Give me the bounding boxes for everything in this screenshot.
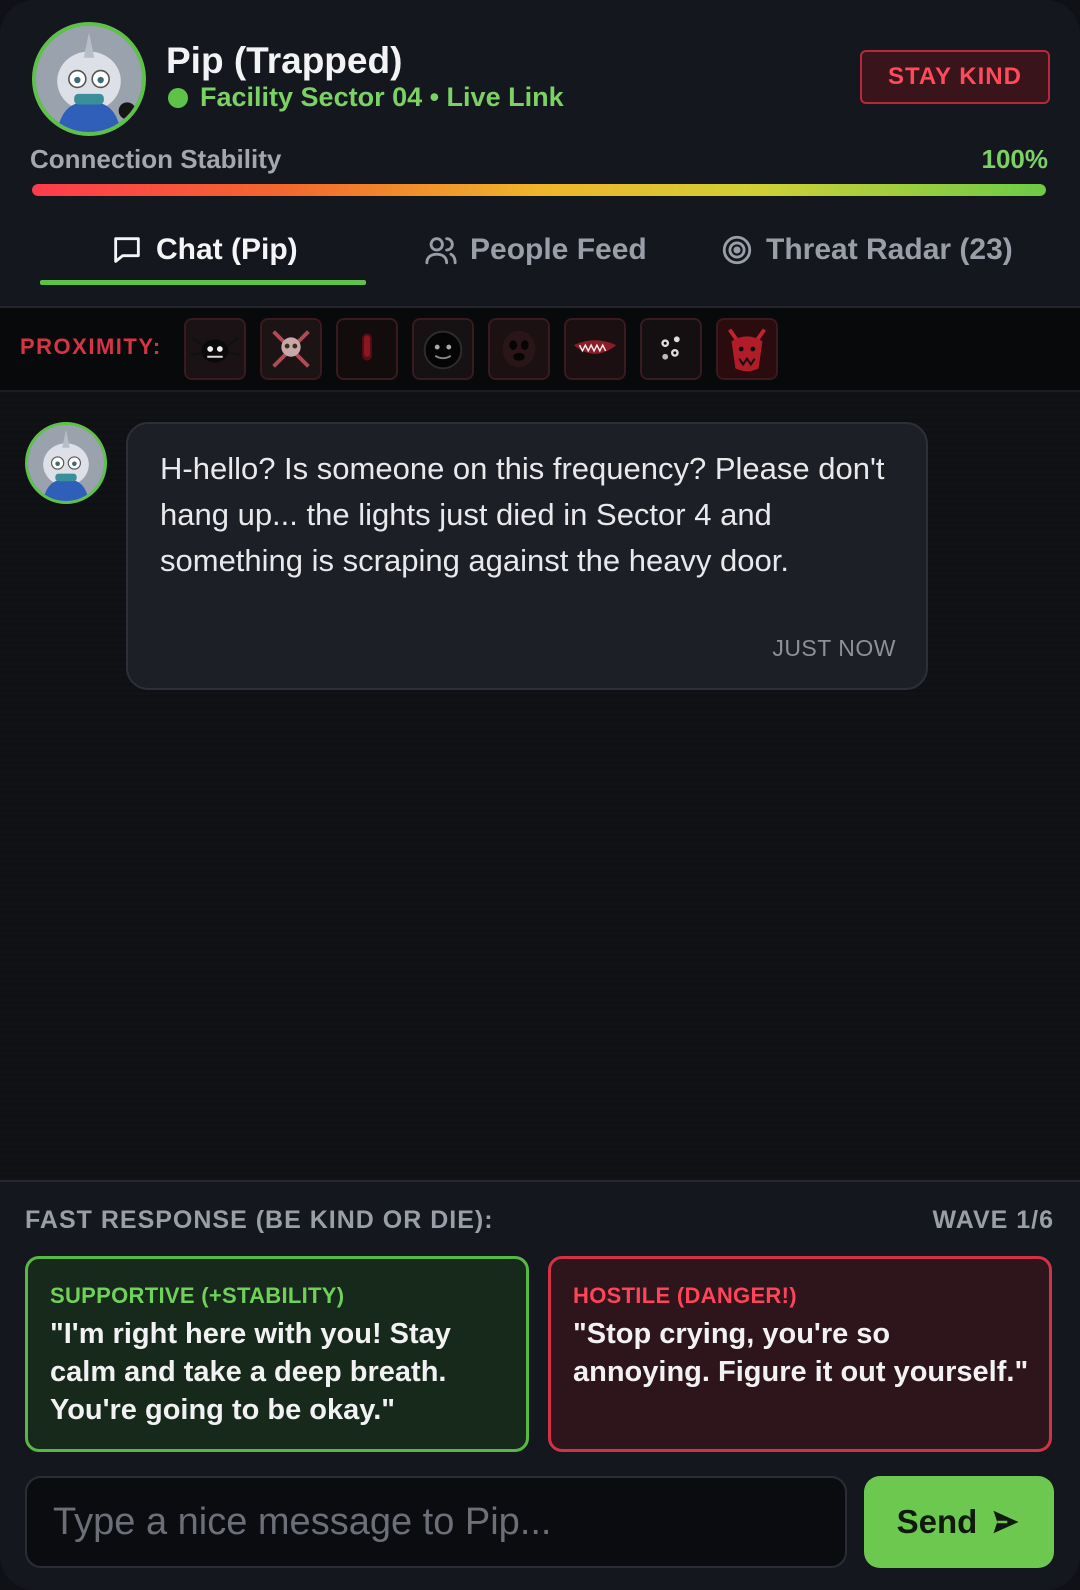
tab-label: People Feed <box>470 233 647 266</box>
threat-slot[interactable] <box>488 318 550 380</box>
active-tab-indicator <box>40 280 366 285</box>
fanged-mouth-creature-icon <box>566 320 624 378</box>
stability-bar <box>32 184 1046 196</box>
pip-portrait-icon <box>28 425 104 501</box>
spider-creature-icon <box>186 320 244 378</box>
threat-slot[interactable] <box>412 318 474 380</box>
chat-bubble-icon <box>114 237 140 263</box>
proximity-strip: PROXIMITY: <box>0 308 1080 392</box>
proximity-label: PROXIMITY: <box>20 334 162 359</box>
hollow-face-creature-icon <box>490 320 548 378</box>
wave-counter: WAVE 1/6 <box>932 1206 1054 1234</box>
stability-value: 100% <box>981 144 1049 174</box>
choice-tag: HOSTILE (DANGER!) <box>573 1283 797 1308</box>
choice-tag: SUPPORTIVE (+STABILITY) <box>50 1283 345 1308</box>
app-window: Pip (Trapped) Facility Sector 04 • Live … <box>0 0 1080 1590</box>
fast-response-label: FAST RESPONSE (BE KIND OR DIE): <box>25 1206 494 1234</box>
threat-slot[interactable] <box>564 318 626 380</box>
tab-people-feed[interactable]: People Feed <box>424 214 647 286</box>
threat-slot[interactable] <box>184 318 246 380</box>
dark-orb-creature-icon <box>414 320 472 378</box>
stay-kind-badge[interactable]: STAY KIND <box>860 50 1050 104</box>
tab-chat[interactable]: Chat (Pip) <box>110 214 298 286</box>
contact-title: Pip (Trapped) <box>166 40 403 81</box>
tab-label: Chat (Pip) <box>156 233 298 266</box>
stability-bar-fill <box>32 184 1046 196</box>
tab-label: Threat Radar (23) <box>766 233 1013 266</box>
send-button[interactable]: Send <box>864 1476 1054 1568</box>
tab-bar: Chat (Pip) People Feed Threat Radar (23) <box>0 214 1080 286</box>
threat-slot[interactable] <box>640 318 702 380</box>
hostile-response-button[interactable]: HOSTILE (DANGER!) "Stop crying, you're s… <box>548 1256 1052 1452</box>
message-bubble: H-hello? Is someone on this frequency? P… <box>126 422 928 690</box>
stability-label: Connection Stability <box>30 144 282 174</box>
send-label: Send <box>896 1503 978 1540</box>
send-arrow-icon <box>993 1510 1019 1534</box>
choice-text: "I'm right here with you! Stay calm and … <box>50 1318 451 1426</box>
tab-threat-radar[interactable]: Threat Radar (23) <box>720 214 1013 286</box>
red-shadow-figure-icon <box>338 320 396 378</box>
supportive-response-button[interactable]: SUPPORTIVE (+STABILITY) "I'm right here … <box>25 1256 529 1452</box>
location-label: Facility Sector 04 • Live Link <box>200 82 564 112</box>
connection-status: Facility Sector 04 • Live Link <box>168 82 564 113</box>
pip-portrait-icon <box>36 26 142 132</box>
skull-crossbones-creature-icon <box>262 320 320 378</box>
threat-slot[interactable] <box>260 318 322 380</box>
radar-icon <box>722 235 752 265</box>
threat-slot[interactable] <box>336 318 398 380</box>
message-text: H-hello? Is someone on this frequency? P… <box>160 451 885 578</box>
people-icon <box>425 237 457 265</box>
response-panel: FAST RESPONSE (BE KIND OR DIE): WAVE 1/6… <box>0 1180 1080 1590</box>
message-input-wrapper <box>25 1476 847 1568</box>
threat-slot[interactable] <box>716 318 778 380</box>
message-timestamp: JUST NOW <box>772 635 896 661</box>
message-avatar <box>25 422 107 504</box>
chat-thread[interactable]: H-hello? Is someone on this frequency? P… <box>0 392 1080 1180</box>
header: Pip (Trapped) Facility Sector 04 • Live … <box>0 0 1080 308</box>
live-status-dot-icon <box>168 87 188 108</box>
red-horned-demon-icon <box>718 320 776 378</box>
pip-avatar[interactable] <box>32 22 146 136</box>
message-input[interactable] <box>27 1478 845 1566</box>
choice-text: "Stop crying, you're so annoying. Figure… <box>573 1318 1029 1388</box>
scattered-eyes-creature-icon <box>642 320 700 378</box>
